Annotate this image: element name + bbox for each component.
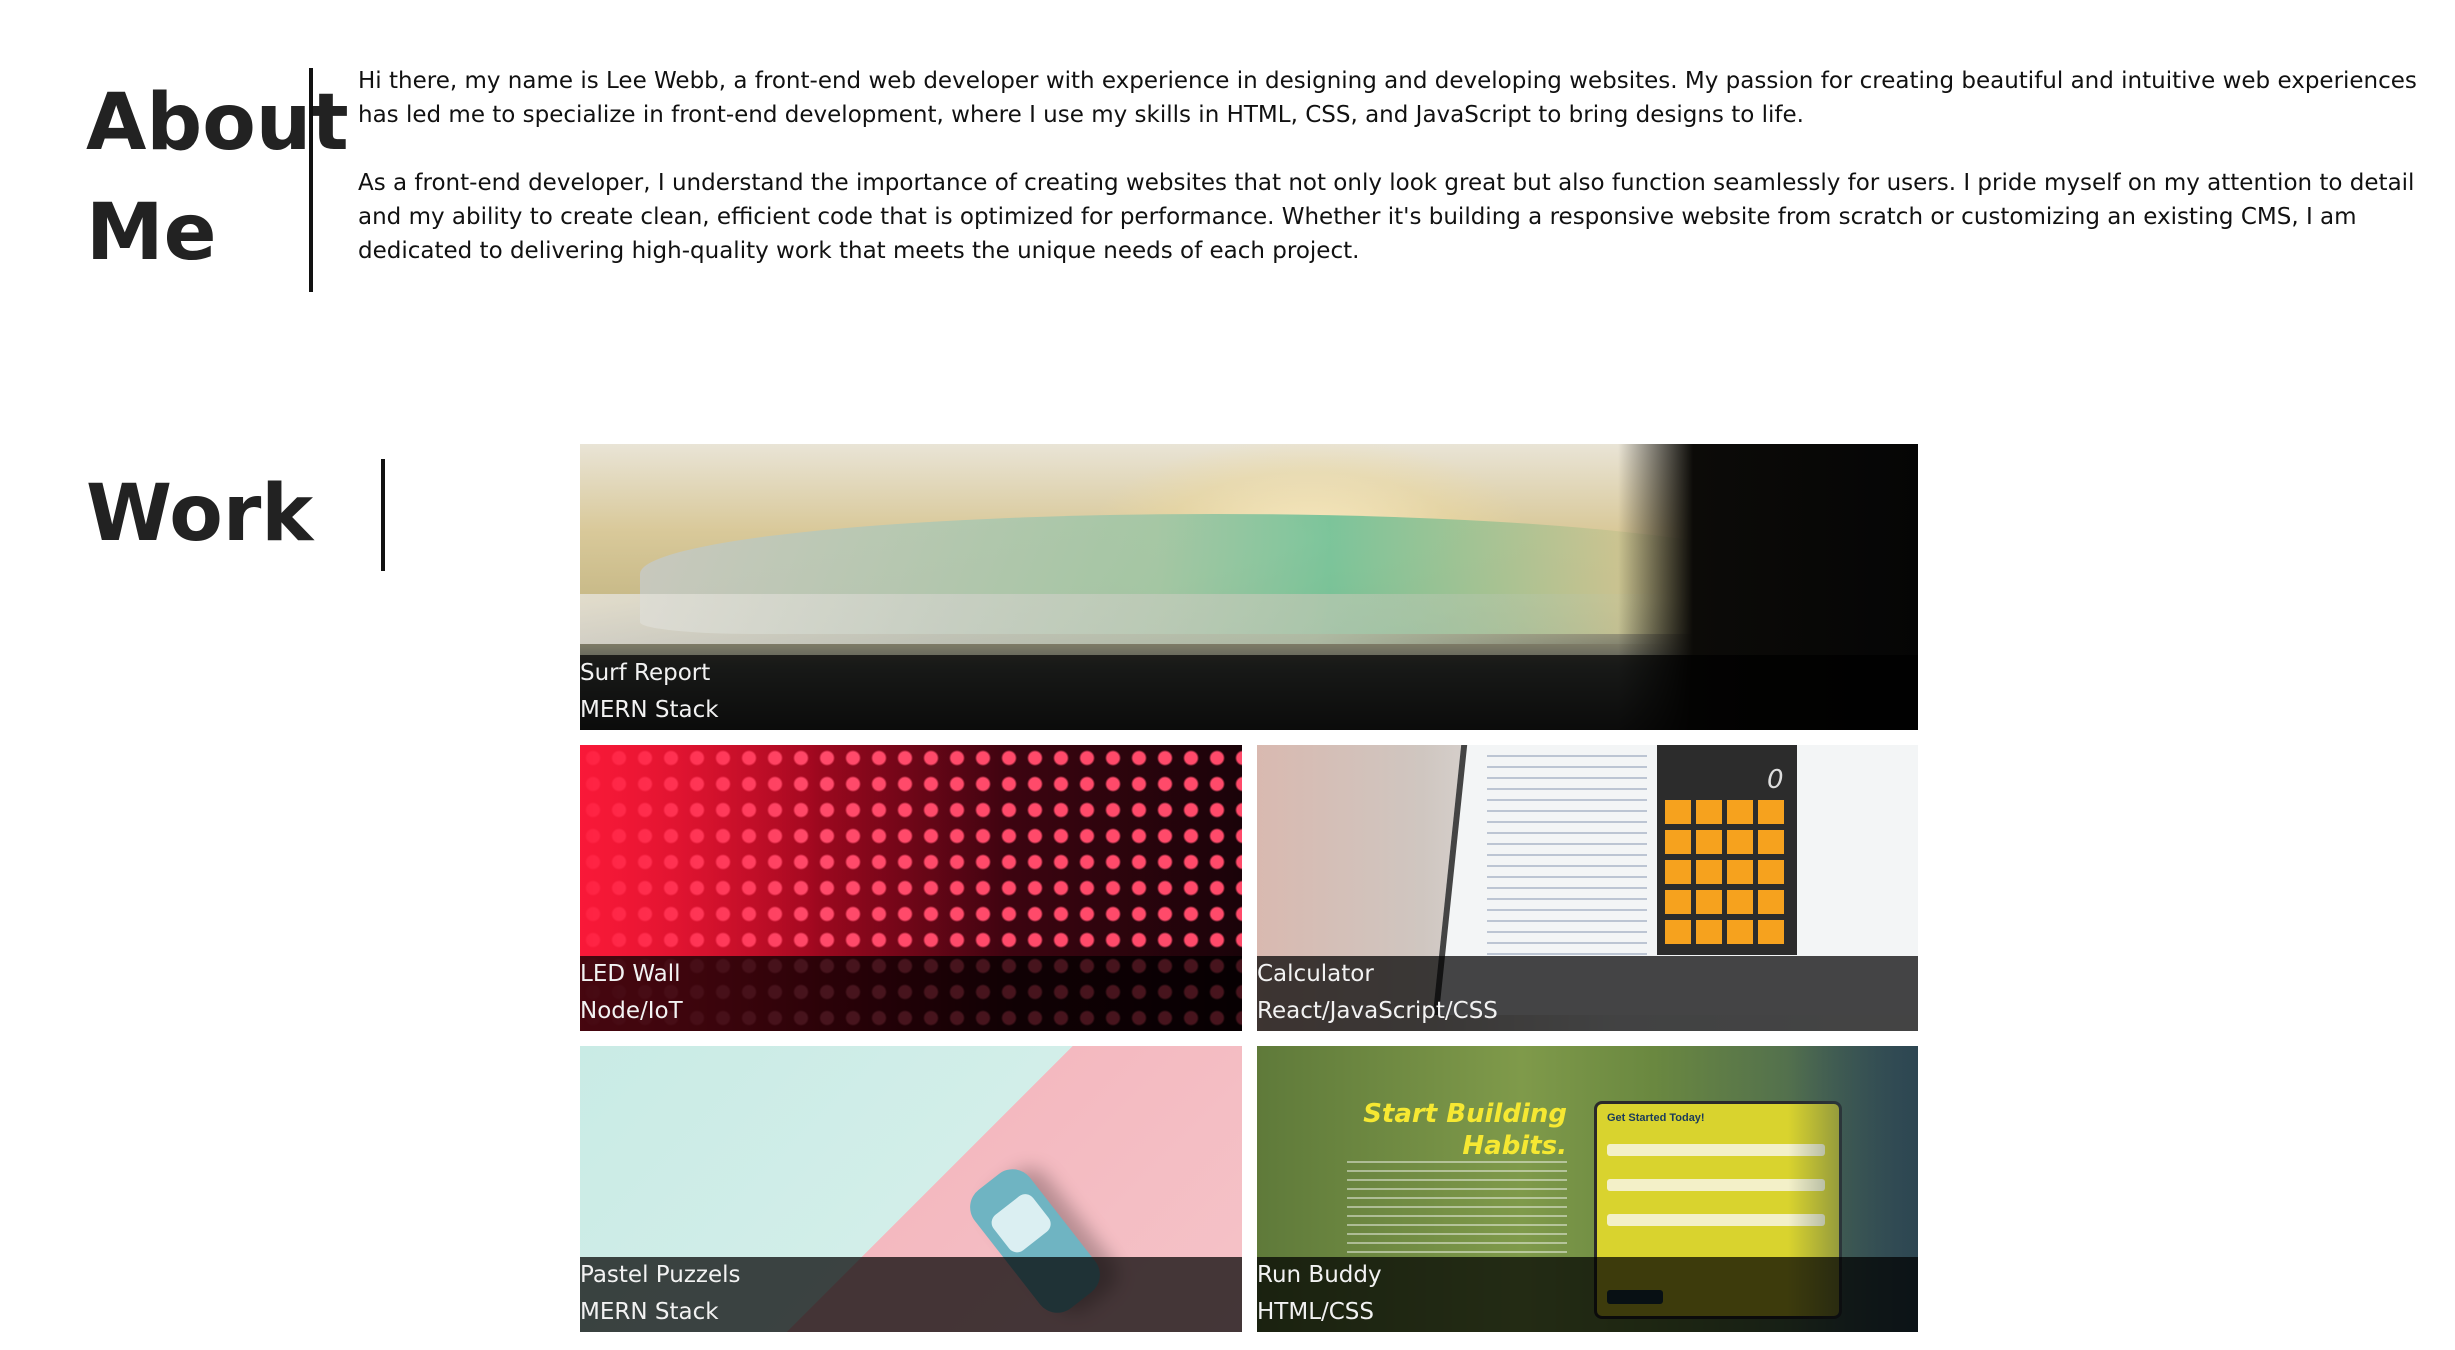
project-title: Run Buddy [1257,1262,1382,1288]
project-stack: HTML/CSS [1257,1299,1375,1325]
project-caption: Run Buddy HTML/CSS [1257,1257,1918,1332]
about-paragraph-2: As a front-end developer, I understand t… [358,170,2415,264]
project-card-run-buddy[interactable]: Start Building Habits. Get Started Today… [1257,1046,1918,1332]
project-card-surf-report[interactable]: Surf Report MERN Stack [580,444,1918,730]
project-stack: MERN Stack [580,1299,719,1325]
project-title: Surf Report [580,660,711,686]
project-stack: MERN Stack [580,697,719,723]
run-buddy-form-title: Get Started Today! [1607,1112,1705,1124]
about-paragraph-1: Hi there, my name is Lee Webb, a front-e… [358,68,2417,128]
project-title: LED Wall [580,961,681,987]
project-caption: Pastel Puzzels MERN Stack [580,1257,1242,1332]
about-divider [309,68,313,292]
project-stack: Node/IoT [580,998,683,1024]
project-title: Pastel Puzzels [580,1262,741,1288]
project-card-pastel-puzzels[interactable]: Pastel Puzzels MERN Stack [580,1046,1242,1332]
calculator-display: 0 [1767,765,1784,795]
project-card-calculator[interactable]: 0 Calculator React/JavaScript/CSS [1257,745,1918,1031]
project-stack: React/JavaScript/CSS [1257,998,1498,1024]
about-heading: About Me [86,78,349,278]
project-title: Calculator [1257,961,1374,987]
project-caption: LED Wall Node/IoT [580,956,1242,1031]
work-heading: Work [86,469,314,559]
project-card-led-wall[interactable]: LED Wall Node/IoT [580,745,1242,1031]
project-caption: Surf Report MERN Stack [580,655,1918,730]
about-text: Hi there, my name is Lee Webb, a front-e… [358,64,2448,302]
run-buddy-headline: Start Building Habits. [1363,1099,1567,1161]
work-divider [381,459,385,571]
project-caption: Calculator React/JavaScript/CSS [1257,956,1918,1031]
